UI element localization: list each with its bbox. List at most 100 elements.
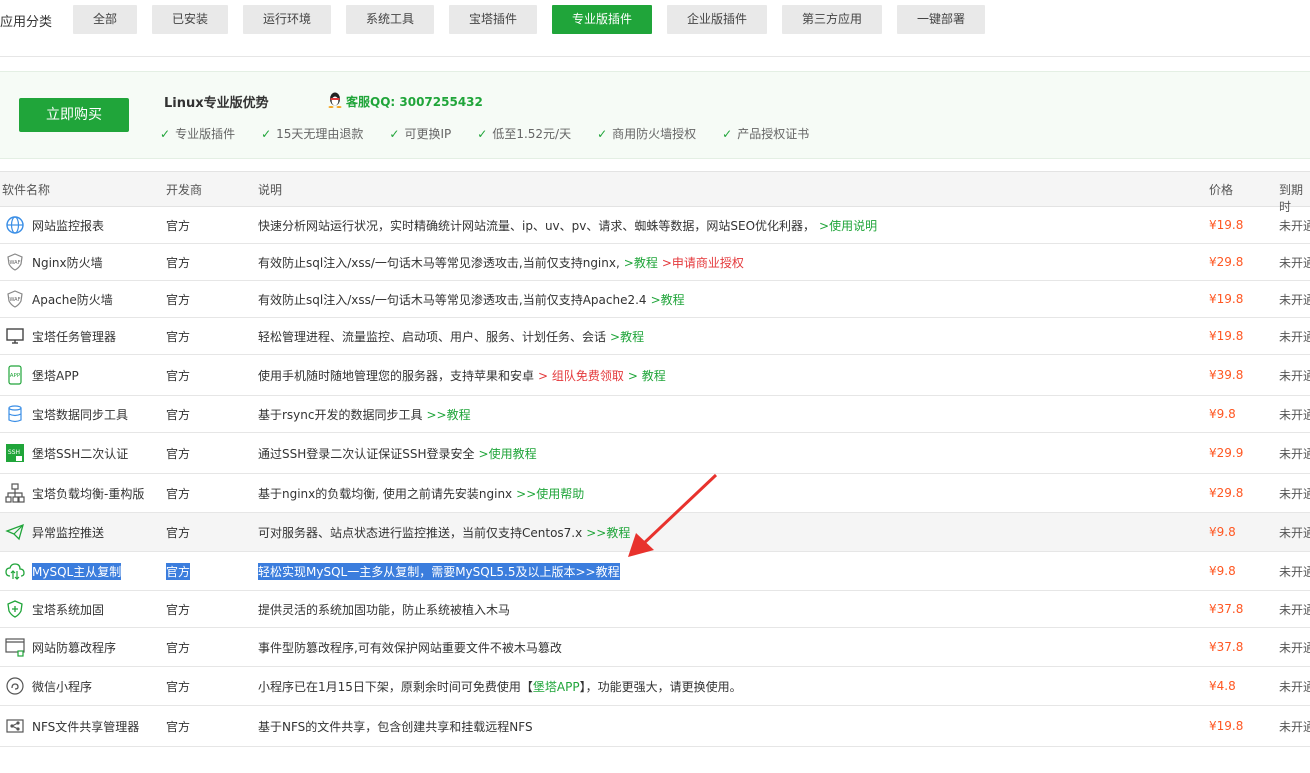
category-label: 应用分类 [0, 15, 53, 30]
buy-now-button[interactable]: 立即购买 [19, 98, 129, 132]
svg-text:SSH: SSH [8, 449, 20, 456]
description-cell: 小程序已在1月15日下架，原剩余时间可免费使用【 堡塔APP 】，功能更强大，请更换… [258, 667, 742, 705]
category-runtime[interactable]: 运行环境 [243, 5, 331, 34]
developer: 官方 [166, 679, 191, 694]
table-row[interactable]: 宝塔任务管理器 官方 轻松管理进程、流量监控、启动项、用户、服务、计划任务、会话 >教… [0, 318, 1310, 355]
monitor-task-icon [4, 325, 26, 347]
tutorial-link[interactable]: >使用教程 [479, 445, 537, 462]
category-installed[interactable]: 已安装 [152, 5, 228, 34]
waf-shield-icon: WAF [4, 251, 26, 273]
plugin-name[interactable]: 堡塔SSH二次认证 [32, 445, 128, 462]
category-third-party[interactable]: 第三方应用 [782, 5, 882, 34]
expire-status: 未开通 [1279, 255, 1310, 270]
header-name[interactable]: 软件名称 [2, 181, 50, 198]
category-one-click-deploy[interactable]: 一键部署 [897, 5, 985, 34]
plugin-name[interactable]: 堡塔APP [32, 367, 79, 384]
plugin-name-cell[interactable]: MySQL主从复制 [4, 552, 122, 590]
table-row[interactable]: 网站监控报表 官方 快速分析网站运行状况，实时精确统计网站流量、ip、uv、pv、请… [0, 207, 1310, 244]
developer-cell: 官方 [166, 207, 190, 243]
price: ¥29.8 [1209, 255, 1244, 269]
plugin-name-cell[interactable]: 宝塔负载均衡-重构版 [4, 474, 144, 512]
tutorial-link[interactable]: >>使用帮助 [516, 485, 584, 502]
table-row[interactable]: 微信小程序 官方 小程序已在1月15日下架，原剩余时间可免费使用【 堡塔APP 】，功能… [0, 667, 1310, 706]
description: 提供灵活的系统加固功能，防止系统被植入木马 [258, 602, 511, 617]
developer-cell: 官方 [166, 513, 190, 551]
expire-cell: 未开通 [1279, 281, 1310, 317]
expire-cell: 未开通 [1279, 318, 1310, 354]
check-icon: ✓ [597, 126, 608, 141]
qq-contact[interactable]: 客服QQ: 3007255432 [328, 92, 483, 111]
plugin-name[interactable]: 网站防篡改程序 [32, 639, 116, 656]
header-price[interactable]: 价格 [1209, 181, 1233, 198]
plugin-name-cell[interactable]: 微信小程序 [4, 667, 92, 705]
table-row[interactable]: 网站防篡改程序 官方 事件型防篡改程序,可有效保护网站重要文件不被木马篡改 ¥37.8… [0, 628, 1310, 667]
table-row[interactable]: 异常监控推送 官方 可对服务器、站点状态进行监控推送，当前仅支持Centos7.x >… [0, 513, 1310, 552]
plugin-name-cell[interactable]: 宝塔系统加固 [4, 591, 104, 627]
plugin-name[interactable]: 异常监控推送 [32, 524, 104, 541]
svg-text:WAF: WAF [10, 260, 21, 266]
commercial-license-link[interactable]: >申请商业授权 [662, 254, 744, 271]
expire-cell: 未开通 [1279, 433, 1310, 473]
cloud-sync-icon [4, 560, 26, 582]
price-cell: ¥19.8 [1209, 281, 1243, 317]
price-cell: ¥29.8 [1209, 474, 1243, 512]
tutorial-link[interactable]: >使用说明 [819, 217, 877, 234]
banner-title: Linux专业版优势 [164, 96, 269, 111]
table-row[interactable]: WAF Nginx防火墙 官方 有效防止sql注入/xss/一句话木马等常见渗透攻击,… [0, 244, 1310, 281]
plugin-name[interactable]: NFS文件共享管理器 [32, 718, 139, 735]
plugin-name[interactable]: 宝塔任务管理器 [32, 328, 116, 345]
expire-cell: 未开通 [1279, 244, 1310, 280]
expire-cell: 未开通 [1279, 207, 1310, 243]
expire-cell: 未开通 [1279, 513, 1310, 551]
share-folder-icon [4, 715, 26, 737]
plugin-name-cell[interactable]: WAF Apache防火墙 [4, 281, 113, 317]
check-icon: ✓ [261, 126, 272, 141]
table-row[interactable]: 宝塔数据同步工具 官方 基于rsync开发的数据同步工具 >>教程 ¥9.8 未开通 [0, 396, 1310, 433]
plugin-name[interactable]: 微信小程序 [32, 678, 92, 695]
category-all[interactable]: 全部 [73, 5, 137, 34]
plugin-name[interactable]: 宝塔数据同步工具 [32, 406, 128, 423]
plugin-name-cell[interactable]: 宝塔数据同步工具 [4, 396, 128, 432]
category-bar: 应用分类 全部 已安装 运行环境 系统工具 宝塔插件 专业版插件 企业版插件 第… [0, 0, 1310, 57]
category-enterprise-plugins[interactable]: 企业版插件 [667, 5, 767, 34]
plugin-name[interactable]: Apache防火墙 [32, 291, 113, 308]
tutorial-link[interactable]: >教程 [624, 254, 658, 271]
table-row[interactable]: 宝塔负载均衡-重构版 官方 基于nginx的负载均衡, 使用之前请先安装nginx >… [0, 474, 1310, 513]
table-row[interactable]: WAF Apache防火墙 官方 有效防止sql注入/xss/一句话木马等常见渗透攻击… [0, 281, 1310, 318]
plugin-name[interactable]: 宝塔负载均衡-重构版 [32, 485, 144, 502]
table-row[interactable]: NFS文件共享管理器 官方 基于NFS的文件共享，包含创建共享和挂载远程NFS ¥19… [0, 706, 1310, 747]
plugin-name-cell[interactable]: 网站防篡改程序 [4, 628, 116, 666]
developer: 官方 [166, 407, 191, 422]
expire-status: 未开通 [1279, 679, 1310, 694]
description: 基于rsync开发的数据同步工具 [258, 407, 423, 422]
bt-app-link[interactable]: 堡塔APP [533, 678, 580, 695]
plugin-name-cell[interactable]: WAF Nginx防火墙 [4, 244, 103, 280]
tutorial-link[interactable]: >教程 [651, 291, 685, 308]
feature-item: ✓ 15天无理由退款 [261, 126, 364, 142]
tutorial-link[interactable]: >>教程 [586, 524, 630, 541]
free-claim-link[interactable]: > 组队免费领取 [538, 367, 624, 384]
plugin-name[interactable]: 网站监控报表 [32, 217, 104, 234]
plugin-name[interactable]: Nginx防火墙 [32, 254, 103, 271]
table-row[interactable]: MySQL主从复制 官方 轻松实现MySQL一主多从复制，需要MySQL5.5及以上… [0, 552, 1310, 591]
table-row[interactable]: 宝塔系统加固 官方 提供灵活的系统加固功能，防止系统被植入木马 ¥37.8 未开通 [0, 591, 1310, 628]
tutorial-link[interactable]: > 教程 [628, 367, 666, 384]
plugin-name[interactable]: 宝塔系统加固 [32, 601, 104, 618]
table-row[interactable]: APP 堡塔APP 官方 使用手机随时随地管理您的服务器，支持苹果和安卓 > 组队免费领… [0, 355, 1310, 396]
tutorial-link[interactable]: >>教程 [427, 406, 471, 423]
plugin-name-cell[interactable]: APP 堡塔APP [4, 355, 79, 395]
header-description: 说明 [258, 183, 283, 197]
plugin-name-cell[interactable]: 异常监控推送 [4, 513, 104, 551]
plugin-name-cell[interactable]: 宝塔任务管理器 [4, 318, 116, 354]
plugin-name-cell[interactable]: SSH 堡塔SSH二次认证 [4, 433, 128, 473]
plugin-name-cell[interactable]: 网站监控报表 [4, 207, 104, 243]
expire-cell: 未开通 [1279, 628, 1310, 666]
plugin-name[interactable]: MySQL主从复制 [32, 562, 122, 580]
table-row[interactable]: SSH 堡塔SSH二次认证 官方 通过SSH登录二次认证保证SSH登录安全 >使用教程 ¥… [0, 433, 1310, 474]
tutorial-link[interactable]: >教程 [610, 328, 644, 345]
plugin-table: 软件名称 开发商 说明 价格 到期时 网站监控报表 官方 快速分析网站运行状况，实时… [0, 171, 1310, 747]
category-pro-plugins[interactable]: 专业版插件 [552, 5, 652, 34]
category-system-tools[interactable]: 系统工具 [346, 5, 434, 34]
category-bt-plugins[interactable]: 宝塔插件 [449, 5, 537, 34]
plugin-name-cell[interactable]: NFS文件共享管理器 [4, 706, 139, 746]
